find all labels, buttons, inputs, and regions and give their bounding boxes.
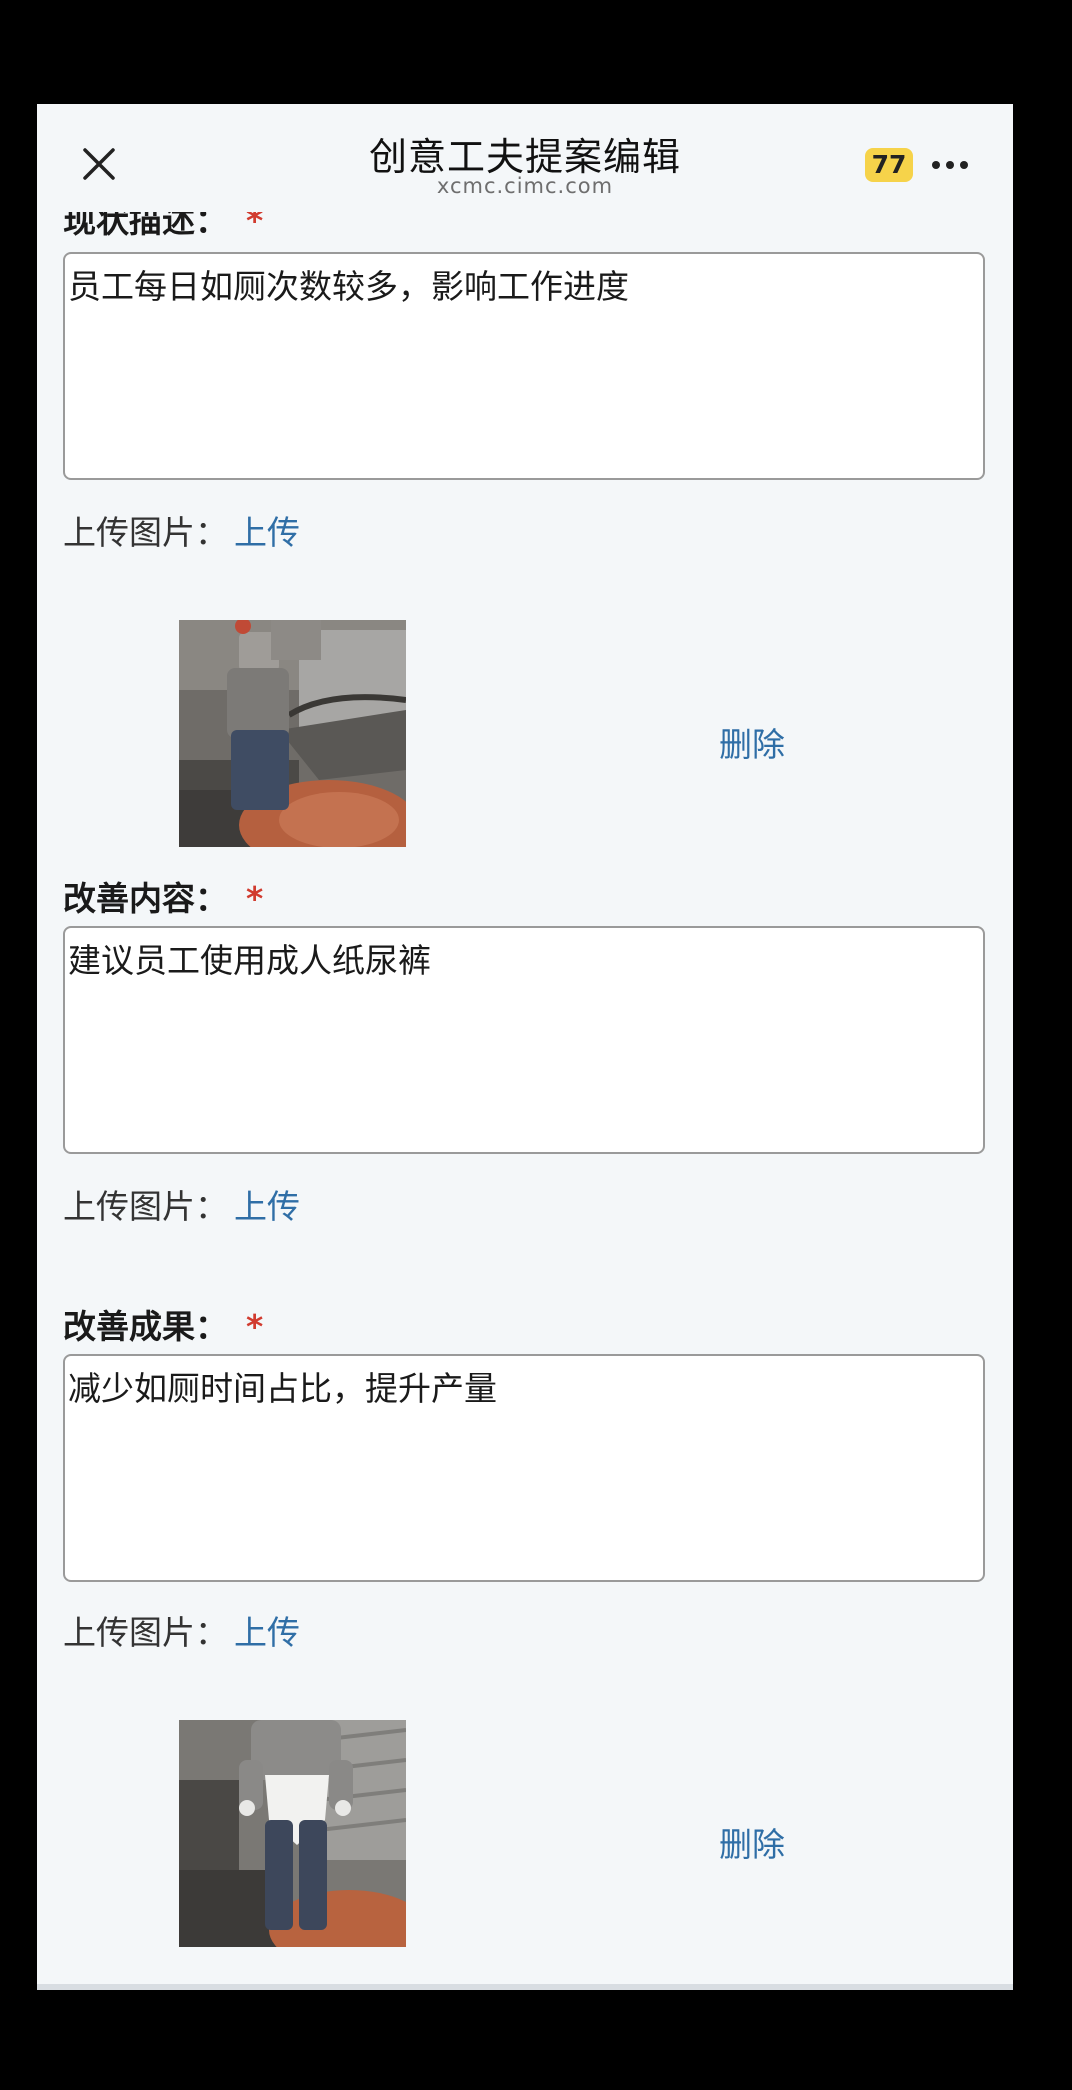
delete-image-button-improvement-result[interactable]: 删除 <box>719 1818 785 1866</box>
label-text: 改善内容： <box>63 879 228 918</box>
more-dots-icon[interactable] <box>925 148 975 182</box>
upload-label: 上传图片： <box>63 1187 228 1226</box>
improvement-result-textarea[interactable] <box>63 1354 985 1582</box>
upload-label: 上传图片： <box>63 1613 228 1652</box>
upload-row-improvement-result: 上传图片： 上传 <box>63 1606 300 1654</box>
section-label-improvement-content: 改善内容： * <box>63 872 263 920</box>
delete-image-button-current-status[interactable]: 删除 <box>719 718 785 766</box>
page-title: 创意工夫提案编辑 <box>368 135 681 179</box>
uploaded-image-current-status[interactable] <box>179 620 406 847</box>
upload-row-current-status: 上传图片： 上传 <box>63 506 300 554</box>
count-badge[interactable]: 77 <box>865 148 913 182</box>
upload-label: 上传图片： <box>63 513 228 552</box>
required-marker: * <box>246 1307 264 1346</box>
photo-worker-at-machine <box>179 620 406 847</box>
app-window: 现状描述：* 上传图片：上传 删除 改善内容：* 上传图片：上传 <box>37 104 1013 1990</box>
section-label-improvement-result: 改善成果： * <box>63 1300 263 1348</box>
improvement-content-textarea[interactable] <box>63 926 985 1154</box>
current-status-textarea[interactable] <box>63 252 985 480</box>
page-url: xcmc.cimc.com <box>436 174 614 198</box>
bottom-divider <box>37 1984 1013 1990</box>
photo-worker-wearing-diaper <box>179 1720 406 1947</box>
upload-row-improvement-content: 上传图片： 上传 <box>63 1180 300 1228</box>
required-marker: * <box>246 879 264 918</box>
close-icon[interactable] <box>79 144 119 184</box>
top-nav-bar: 创意工夫提案编辑 xcmc.cimc.com 77 <box>37 104 1013 212</box>
label-text: 改善成果： <box>63 1307 228 1346</box>
upload-link-improvement-result[interactable]: 上传 <box>234 1613 300 1652</box>
upload-link-improvement-content[interactable]: 上传 <box>234 1187 300 1226</box>
uploaded-image-improvement-result[interactable] <box>179 1720 406 1947</box>
upload-link-current-status[interactable]: 上传 <box>234 513 300 552</box>
